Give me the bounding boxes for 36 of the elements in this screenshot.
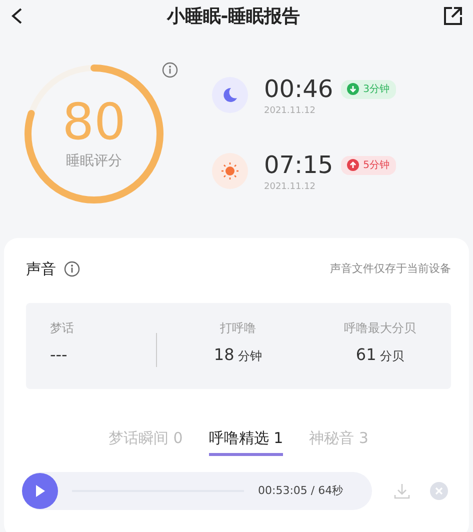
time-value: 00:46 bbox=[264, 77, 334, 101]
back-icon bbox=[10, 7, 24, 25]
back-button[interactable] bbox=[10, 7, 24, 25]
info-button[interactable] bbox=[64, 261, 80, 278]
close-icon bbox=[430, 482, 448, 500]
stat-value: --- bbox=[50, 344, 68, 366]
score-label: 睡眠评分 bbox=[66, 152, 122, 170]
page-title: 小睡眠-睡眠报告 bbox=[166, 4, 300, 28]
change-badge: 3分钟 bbox=[341, 80, 396, 98]
playback-time: 00:53:05 / 64秒 bbox=[258, 482, 344, 499]
tab[interactable]: 呼噜精选 1 bbox=[208, 426, 284, 456]
up-arrow-icon bbox=[347, 159, 360, 171]
info-button[interactable] bbox=[162, 62, 178, 78]
info-icon bbox=[162, 62, 178, 78]
time-value: 07:15 bbox=[264, 153, 334, 177]
stat-label: 呼噜最大分贝 bbox=[344, 320, 416, 336]
stat-label: 打呼噜 bbox=[220, 320, 256, 336]
info-icon bbox=[64, 261, 80, 278]
download-icon bbox=[394, 483, 410, 499]
share-button[interactable] bbox=[442, 6, 463, 26]
stat-value: 18 分钟 bbox=[214, 344, 262, 366]
down-arrow-icon bbox=[347, 83, 360, 95]
stat-value: 61 分贝 bbox=[356, 344, 404, 366]
share-icon bbox=[442, 6, 463, 26]
section-title: 声音 bbox=[26, 259, 56, 280]
sun-icon bbox=[220, 161, 240, 181]
change-badge: 5分钟 bbox=[341, 156, 396, 174]
date-text: 2021.11.12 bbox=[264, 105, 317, 118]
score-value: 80 bbox=[62, 96, 126, 146]
play-icon bbox=[34, 484, 46, 498]
storage-note: 声音文件仅存于当前设备 bbox=[330, 261, 451, 277]
tab[interactable]: 梦话瞬间 0 bbox=[108, 426, 183, 456]
tab[interactable]: 神秘音 3 bbox=[309, 426, 368, 456]
play-button[interactable] bbox=[22, 473, 58, 509]
date-text: 2021.11.12 bbox=[264, 181, 317, 194]
stat-label: 梦话 bbox=[50, 320, 74, 336]
